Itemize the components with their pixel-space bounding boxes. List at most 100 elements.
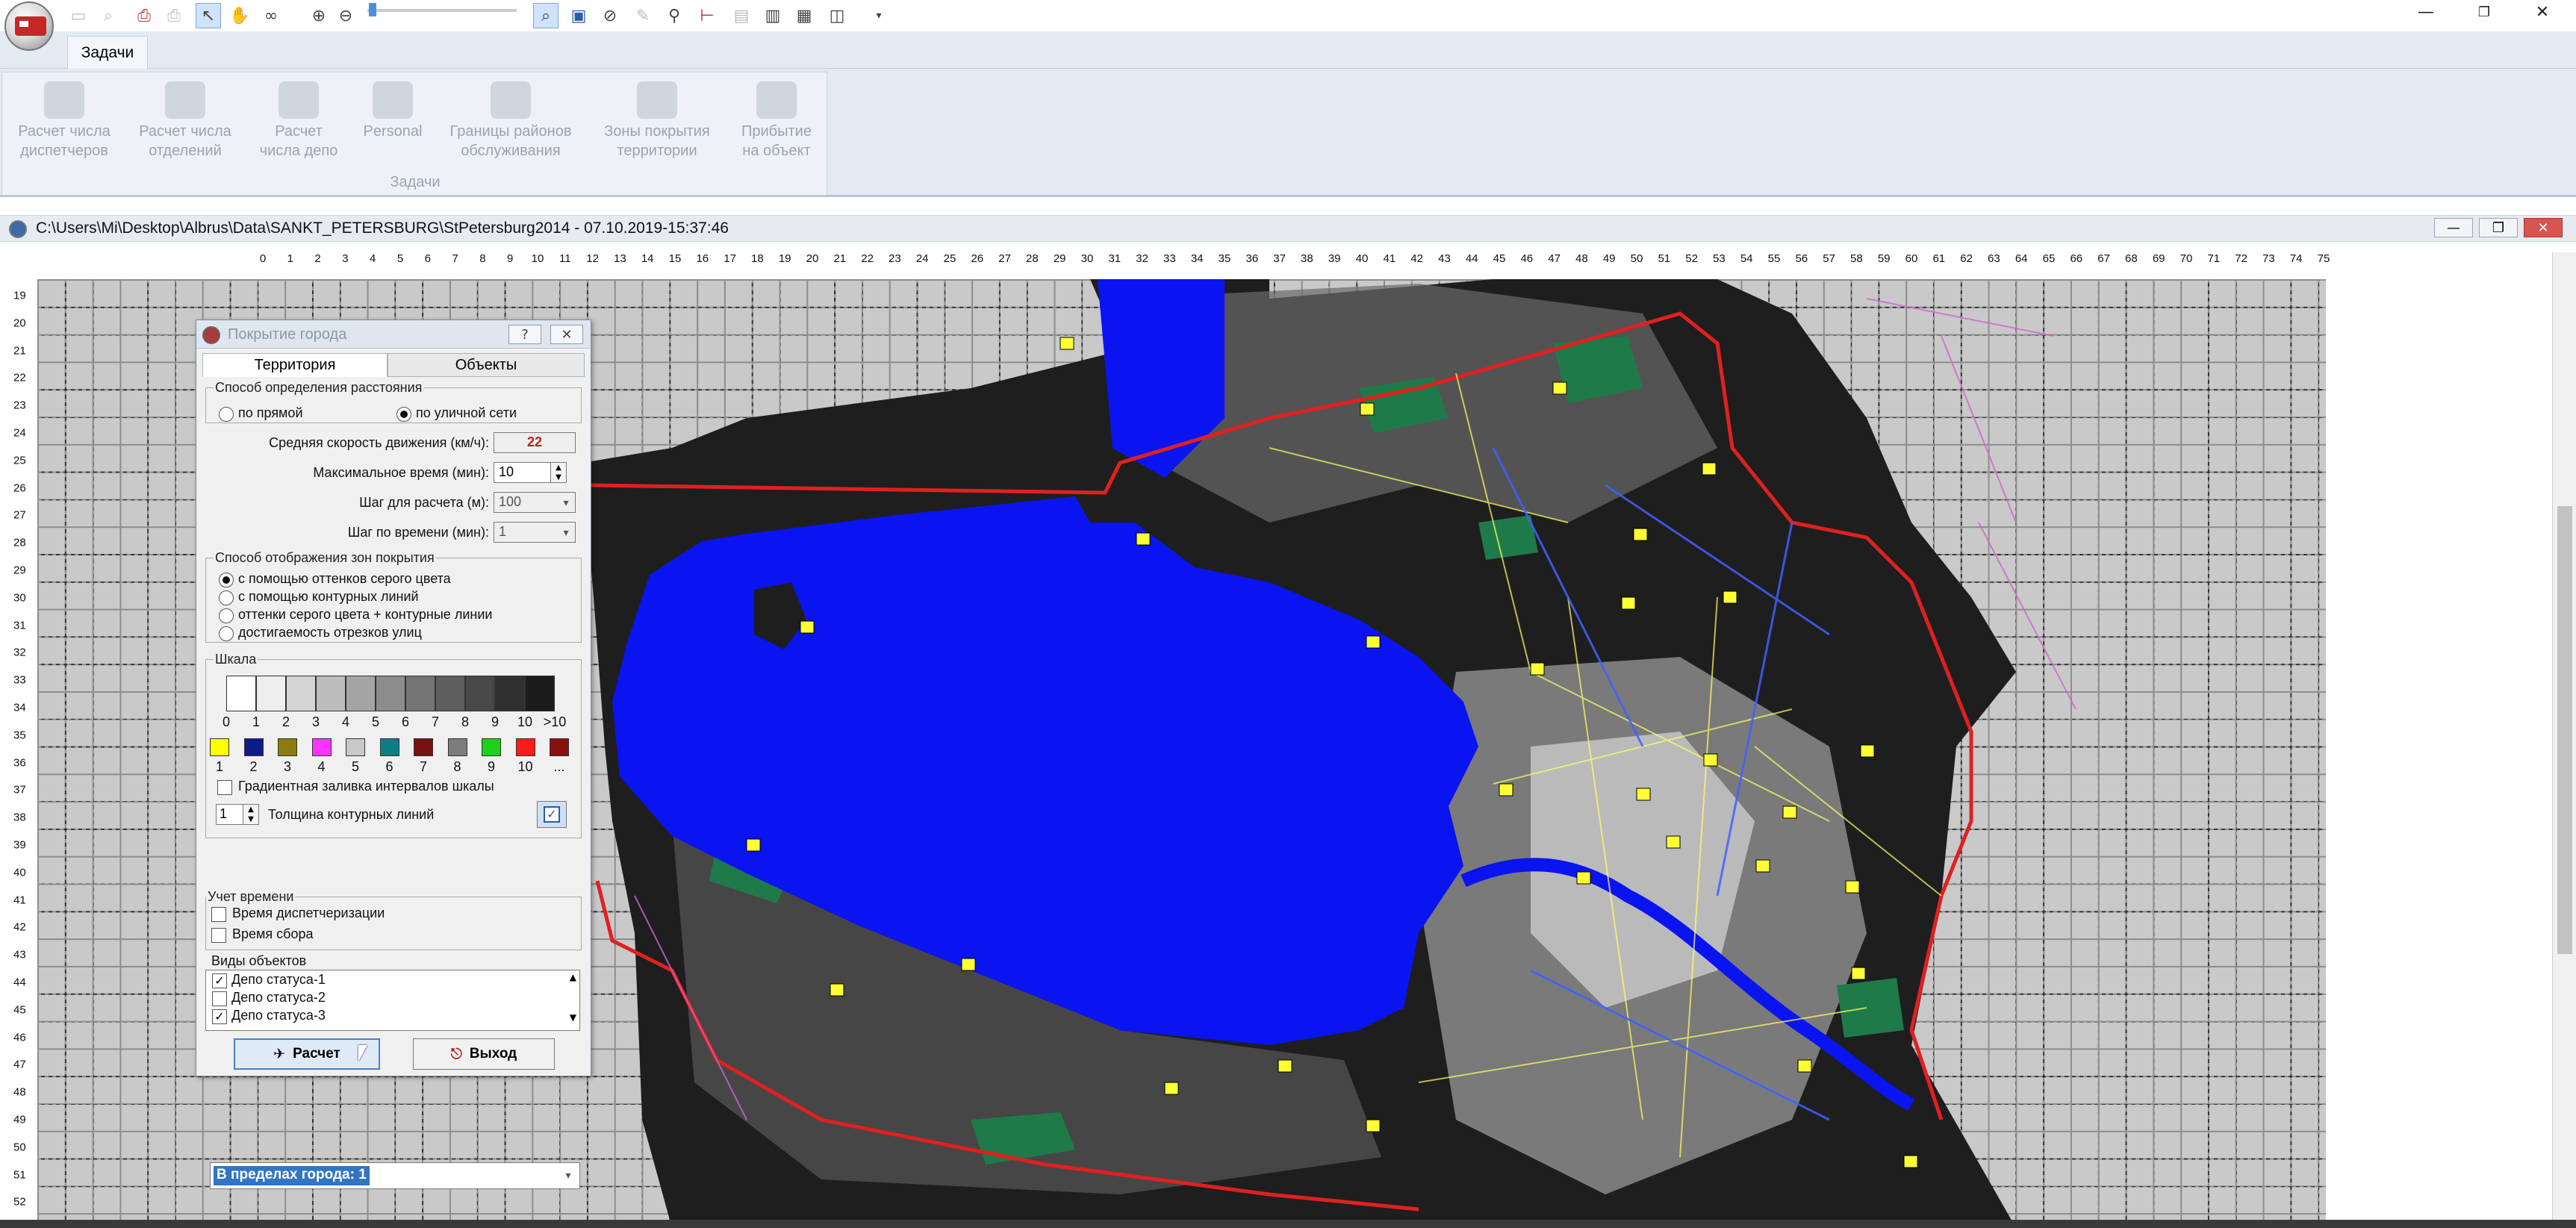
color-scale-swatch[interactable] [447,738,467,756]
gray-scale-swatch[interactable] [286,676,316,711]
dialog-help-button[interactable]: ? [508,325,541,344]
print-icon[interactable]: ⎙ [161,3,187,28]
radio-straight[interactable] [219,407,234,422]
ruler-vertical: 19 20 21 22 23 24 25 26 27 28 29 30 31 32 33 34 35 36 37 38… [0,272,37,1228]
dispatchers-calc-button[interactable]: Расчет числа диспетчеров [8,78,120,168]
pan-tool-icon[interactable]: ✋ [227,3,252,28]
customize-toolbar-icon[interactable]: ▾ [866,3,892,28]
zoom-in-icon[interactable]: ⊕ [306,3,332,28]
max-time-field[interactable]: 10 [494,462,553,483]
exit-button[interactable]: ⎋ Выход [413,1038,555,1070]
gray-scale-swatch[interactable] [435,676,465,711]
ruler-x-tick: 67 [2097,252,2110,265]
new-icon[interactable]: ▭ [66,3,91,28]
color-scale-swatch[interactable] [515,738,535,756]
dispatch-time-checkbox[interactable] [211,907,226,922]
list-scroll-down-icon[interactable]: ▼ [570,1012,576,1023]
minimize-icon[interactable]: — [2398,0,2454,24]
color-scale-swatch[interactable] [311,738,332,756]
pin-icon[interactable]: ⚲ [662,3,687,28]
branches-calc-button[interactable]: Расчет числа отделений [129,78,241,168]
taskbar-edge [0,1220,2576,1228]
dialog-close-icon[interactable]: ✕ [550,325,583,344]
ruler-x-tick: 44 [1465,252,1478,265]
object-types-list[interactable]: ✓ Депо статуса-1 Депо статуса-2 ✓ Депо с… [205,970,580,1031]
table-icon[interactable]: ▦ [791,3,817,28]
ruler-y-tick: 30 [13,591,26,605]
zoom-extent-icon[interactable]: ⌕ [533,3,559,28]
list-item[interactable]: Депо статуса-1 [231,972,326,988]
edit-icon[interactable]: ✎ [630,3,656,28]
radio-gray-shades[interactable] [219,573,234,587]
color-scale-swatch[interactable] [379,738,399,756]
color-scale-swatch[interactable] [210,738,229,756]
radio-contour-lines[interactable] [219,590,234,605]
zoom-out-icon[interactable]: ⊖ [333,3,358,28]
split-view-icon[interactable]: ◫ [824,3,850,28]
list-item[interactable]: Депо статуса-3 [231,1008,326,1023]
radio-street-reachability[interactable] [219,626,234,641]
gray-scale-swatch[interactable] [226,676,256,711]
apply-check-button[interactable]: ✓ [537,801,567,828]
scrollbar-thumb[interactable] [2557,506,2572,954]
ruler-icon[interactable]: ⊢ [694,3,720,28]
avg-speed-field[interactable]: 22 [494,432,576,453]
find-icon[interactable]: ⊘ [597,3,623,28]
area-select[interactable]: В пределах города: 1 ▾ [210,1162,580,1189]
gray-scale-swatch[interactable] [525,676,555,711]
max-time-stepper[interactable]: ▲ ▼ [550,462,567,483]
chevron-down-icon[interactable]: ▾ [558,493,574,513]
arrival-button[interactable]: Прибытие на объект [721,78,833,168]
depot-status-2-checkbox[interactable] [212,991,227,1006]
personal-button[interactable]: Personal [337,78,449,168]
select-tool-icon[interactable]: ↖ [196,3,221,28]
color-scale-swatch[interactable] [346,738,365,756]
tab-territory[interactable]: Территория [202,353,388,377]
depot-status-3-checkbox[interactable]: ✓ [212,1009,227,1024]
ruler-x-tick: 65 [2042,252,2056,265]
color-scale-swatch[interactable] [550,738,569,756]
zoom-slider[interactable] [367,9,517,12]
assembly-time-checkbox[interactable] [211,928,226,943]
gray-scale-swatch[interactable] [376,676,405,711]
list-item[interactable]: Депо статуса-2 [231,990,326,1006]
line-thickness-stepper[interactable]: ▲ ▼ [243,804,259,825]
layers-icon[interactable]: ▥ [760,3,785,28]
layer-icon[interactable]: ▤ [729,3,754,28]
zoom-glasses-icon[interactable]: ∞ [258,3,284,28]
chevron-down-icon[interactable]: ▾ [560,1166,576,1185]
app-logo-icon[interactable] [4,1,54,51]
restore-icon[interactable]: ❐ [2457,0,2512,24]
doc-minimize-icon[interactable]: — [2434,218,2473,237]
gray-scale-swatch[interactable] [346,676,376,711]
save-icon[interactable]: ▣ [566,3,591,28]
radio-street-network[interactable] [396,407,411,422]
doc-close-icon[interactable]: ✕ [2524,218,2563,237]
gray-scale-swatch[interactable] [495,676,525,711]
color-scale-swatch[interactable] [243,738,264,756]
gradient-fill-checkbox[interactable] [217,780,232,795]
depot-status-1-checkbox[interactable]: ✓ [212,973,227,988]
gray-scale-label: 10 [517,714,533,729]
list-scroll-up-icon[interactable]: ▲ [570,972,576,982]
color-scale-swatch[interactable] [278,738,297,756]
gray-scale-swatch[interactable] [465,676,495,711]
vertical-scrollbar[interactable] [2552,252,2576,1228]
doc-restore-icon[interactable]: ❐ [2479,218,2518,237]
gray-scale-swatch[interactable] [405,676,435,711]
close-icon[interactable]: ✕ [2515,0,2570,24]
radio-gray-plus-contour[interactable] [219,608,234,623]
tab-objects[interactable]: Объекты [388,353,585,377]
service-boundaries-button[interactable]: Границы районов обслуживания [443,78,579,168]
color-scale-swatch[interactable] [414,738,433,756]
gray-scale-swatch[interactable] [316,676,346,711]
coverage-zones-button[interactable]: Зоны покрытия территории [594,78,721,168]
dialog-title-bar[interactable]: Покрытие города ? ✕ [196,320,591,349]
color-scale-swatch[interactable] [482,738,501,756]
preview-icon[interactable]: ⌕ [96,3,121,28]
zoom-slider-thumb[interactable] [369,3,376,16]
print-setup-icon[interactable]: ⎙ [131,3,157,28]
chevron-down-icon[interactable]: ▾ [558,523,574,543]
tab-tasks[interactable]: Задачи [67,36,148,69]
gray-scale-swatch[interactable] [256,676,286,711]
